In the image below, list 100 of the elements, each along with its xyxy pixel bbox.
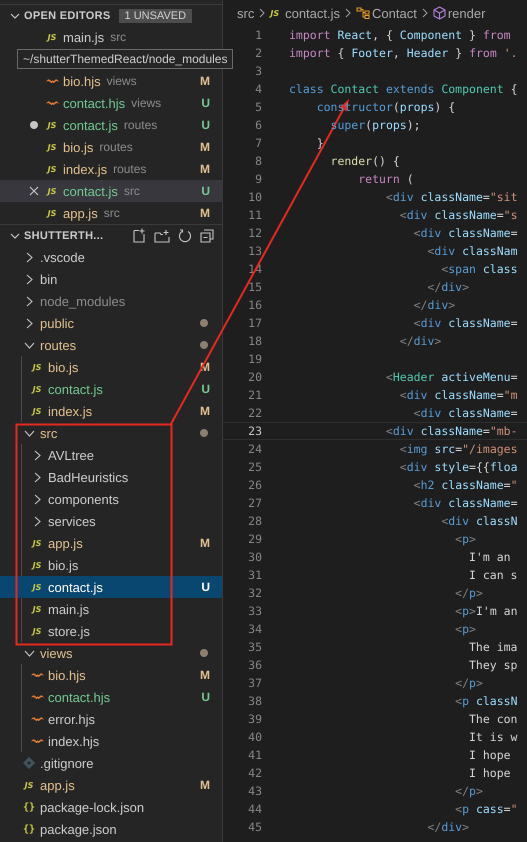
chevron-icon [34,450,40,460]
git-status: M [200,140,211,154]
js-file-icon: JS [48,120,56,130]
code-line: The con [468,712,518,726]
collapse-all-icon[interactable] [200,228,214,242]
file-name: index.js [48,404,92,418]
line-number: 45 [247,820,262,834]
code-line: <Header activeMenu= [384,370,518,384]
code-line: import React, { Component } from [289,28,511,42]
explorer-header[interactable]: SHUTTERTH... [0,224,222,246]
code-line: <div className= [412,316,518,330]
js-file-icon: JS [32,582,42,592]
line-number: 17 [247,316,262,330]
git-status: M [200,404,211,418]
tree-item[interactable]: public [0,312,222,334]
tree-item[interactable]: views [0,642,222,664]
code-line: </div> [412,298,456,312]
line-number: 24 [247,442,262,456]
chevron-icon [26,274,32,284]
line-number: 20 [247,370,262,384]
git-status: U [201,382,211,396]
open-editors-header[interactable]: OPEN EDITORS 1 UNSAVED [0,4,222,26]
file-name: routes [40,338,76,352]
tree-item[interactable]: src [0,422,222,444]
line-number: 12 [247,226,262,240]
breadcrumb-item[interactable]: src [237,6,254,20]
file-name: main.js [48,602,90,616]
tree-item[interactable]: JS contact.js U [0,576,222,598]
file-name: contact.js [48,382,103,396]
new-file-icon[interactable] [132,228,146,243]
breadcrumb-item[interactable]: JS contact.js [270,6,340,20]
line-number: 37 [247,676,262,690]
file-name: node_modules [40,294,126,308]
chevron-icon [10,230,20,240]
code-line: They sp [468,658,518,672]
mustache-icon [30,672,44,678]
open-editor-item[interactable]: bio.hjs views M [0,70,222,92]
code-line: <div className="sit [384,190,518,204]
close-icon[interactable] [29,186,39,196]
tree-item[interactable]: .vscode [0,246,222,268]
code-line: <p classN [454,694,518,708]
breadcrumb-item[interactable]: Contact [356,6,417,20]
file-name: services [48,514,96,528]
tree-item[interactable]: JS app.js M [0,774,222,796]
open-editor-item[interactable]: JS bio.js routes M [0,136,222,158]
chevron-icon [24,430,34,436]
tree-item[interactable]: node_modules [0,290,222,312]
folder-label: routes [124,118,158,132]
tree-item[interactable]: {} package-lock.json [0,796,222,818]
js-file-icon: JS [32,406,42,416]
js-file-icon: JS [32,626,42,636]
breadcrumb-item[interactable]: render [432,6,486,20]
code-line: I can s [468,568,518,582]
line-number: 29 [247,532,262,546]
file-name: bio.js [48,360,78,374]
code-line: <h2 className=" [412,478,518,492]
tree-item[interactable]: routes [0,334,222,356]
code-line: <div className="mb- [384,424,518,438]
line-number: 42 [247,766,262,780]
file-name: .gitignore [40,756,94,770]
code-line: </div> [426,820,470,834]
open-editor-item[interactable]: JS index.js routes M [0,158,222,180]
line-number: 1 [254,28,262,42]
line-number: 39 [247,712,262,726]
new-folder-icon[interactable] [154,228,170,242]
file-name: bin [40,272,58,286]
tree-item[interactable]: .gitignore [0,752,222,774]
file-name: .vscode [40,250,85,264]
open-editor-item[interactable]: JS contact.js routes U [0,114,222,136]
file-name: package-lock.json [40,800,144,814]
chevron-icon [34,472,40,482]
code-line: <div className="m [398,388,518,402]
code-line: </p> [454,676,483,690]
cube-icon [432,6,446,20]
refresh-icon[interactable] [178,228,192,242]
tree-item[interactable]: bin [0,268,222,290]
line-number: 19 [247,352,262,366]
code-line: <p> [454,532,476,546]
mustache-icon [30,738,44,744]
open-editor-item[interactable]: JS contact.js src U [0,180,222,202]
open-editor-item[interactable]: JS app.js src M [0,202,222,224]
line-number: 34 [247,622,262,636]
line-number: 18 [247,334,262,348]
code-line: class Contact extends Component { [289,82,518,96]
mustache-icon [46,100,58,106]
file-name: error.hjs [48,712,95,726]
file-name: app.js [63,206,98,220]
line-number: 7 [254,136,262,150]
code-line: <div classNam [426,244,518,258]
open-editor-item[interactable]: contact.hjs views U [0,92,222,114]
folder-label: routes [113,162,146,176]
file-name: bio.hjs [48,668,86,682]
file-name: bio.js [63,140,94,154]
line-number: 36 [247,658,262,672]
open-editor-item[interactable]: JS main.js src [0,26,222,48]
file-name: contact.hjs [63,96,126,110]
tree-item[interactable]: {} package.json [0,818,222,840]
code-line: render() { [330,154,400,168]
chevron-icon [26,318,32,328]
chevron-icon [422,8,428,18]
